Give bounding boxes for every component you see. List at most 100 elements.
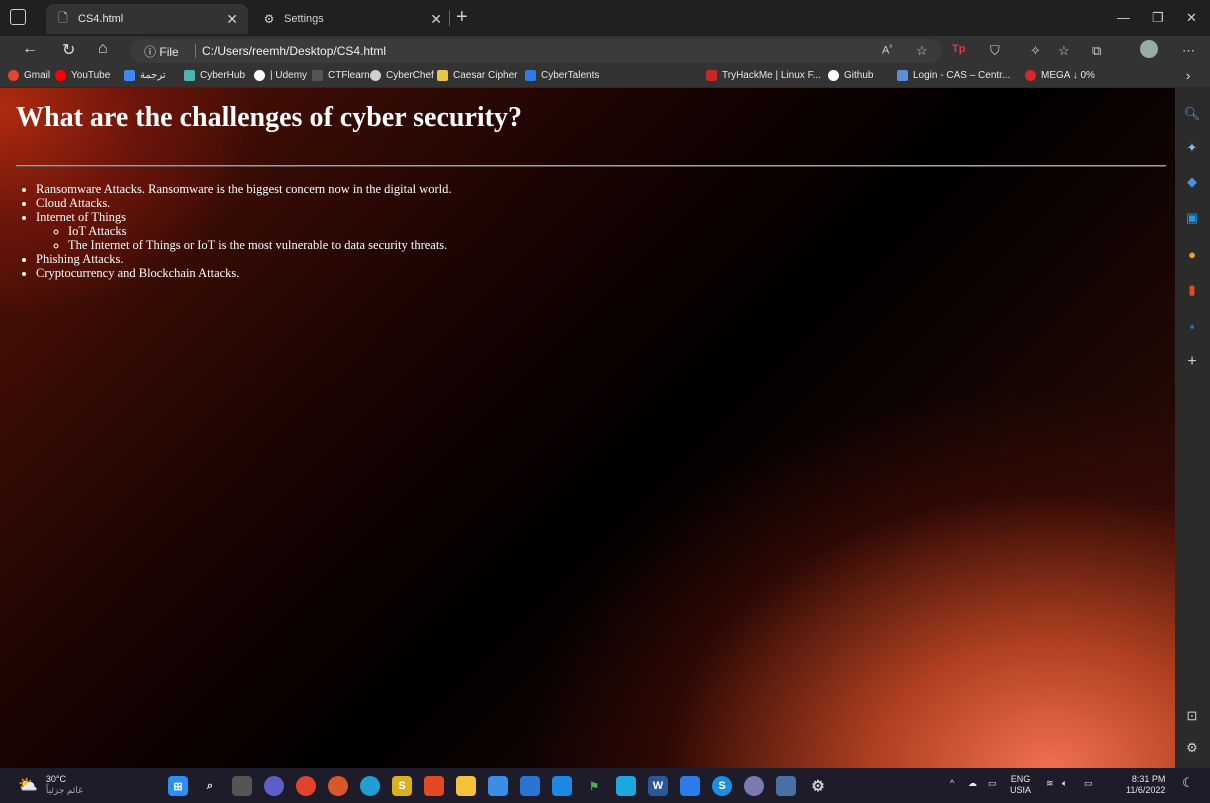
favorite-cybertalents[interactable]: CyberTalents <box>525 70 599 81</box>
favorite-caesar-cipher[interactable]: Caesar Cipher <box>437 70 517 81</box>
favorite-label: ترجمة <box>140 70 166 81</box>
shopping-tag-icon[interactable]: ◆ <box>1184 174 1200 190</box>
refresh-button[interactable]: ↻ <box>62 40 75 60</box>
favorite-github[interactable]: Github <box>828 70 873 81</box>
tab-actions-icon[interactable] <box>10 9 26 25</box>
office-taskbar-icon[interactable] <box>424 776 444 796</box>
notepad-icon[interactable] <box>488 776 508 796</box>
network-tray-icon[interactable]: ▭ <box>988 778 997 789</box>
task-view-icon[interactable] <box>232 776 252 796</box>
new-tab-button[interactable]: + <box>456 6 468 29</box>
app-grid-icon[interactable] <box>776 776 796 796</box>
add-sidebar-app-icon[interactable]: + <box>1184 353 1200 370</box>
extension-tp-icon[interactable]: Tp <box>952 43 965 55</box>
file-explorer-icon[interactable] <box>456 776 476 796</box>
settings-gear-icon[interactable]: ⚙ <box>808 776 828 796</box>
sublime-icon[interactable]: S <box>392 776 412 796</box>
notifications-icon[interactable]: ☾ <box>1182 776 1194 789</box>
wifi-icon[interactable]: ≋ <box>1046 778 1054 789</box>
favorite-cyberchef[interactable]: CyberChef <box>370 70 434 81</box>
collections-icon[interactable]: ⧉ <box>1092 43 1101 59</box>
favorite-label: MEGA ↓ 0% <box>1041 70 1095 81</box>
close-tab-icon[interactable]: ✕ <box>226 11 238 28</box>
app-orange-icon[interactable] <box>328 776 348 796</box>
weather-widget[interactable]: ⛅ 30°C غائم جزئياً <box>18 774 83 796</box>
youtube-icon <box>55 70 66 81</box>
favorite-star-icon[interactable]: ☆ <box>916 43 928 59</box>
hide-sidebar-icon[interactable]: ⊡ <box>1184 708 1200 724</box>
favorite-udemy[interactable]: | Udemy <box>254 70 307 81</box>
tab-title: Settings <box>284 13 324 25</box>
udemy-icon <box>254 70 265 81</box>
vscode-icon[interactable] <box>616 776 636 796</box>
word-icon[interactable]: W <box>648 776 668 796</box>
close-window-button[interactable]: ✕ <box>1186 10 1197 26</box>
more-options-icon[interactable]: ⋯ <box>1182 43 1195 59</box>
onedrive-icon[interactable]: ☁ <box>968 778 977 789</box>
outlook-icon[interactable]: ▪ <box>1184 318 1200 334</box>
app-purple-icon[interactable] <box>744 776 764 796</box>
favorite-gmail[interactable]: Gmail <box>8 70 50 81</box>
store-icon[interactable] <box>520 776 540 796</box>
favorite-cyberhub[interactable]: CyberHub <box>184 70 245 81</box>
temperature: 30°C <box>45 774 67 784</box>
search-icon[interactable]: 🔍︎ <box>1184 106 1201 122</box>
back-button[interactable]: ← <box>22 40 38 58</box>
profile-avatar[interactable] <box>1140 40 1158 58</box>
edge-icon[interactable] <box>360 776 380 796</box>
tab-settings[interactable]: ⚙ Settings ✕ <box>252 4 452 34</box>
favorites-icon[interactable]: ☆ <box>1058 43 1070 59</box>
mail-icon[interactable] <box>552 776 572 796</box>
chrome-icon[interactable] <box>296 776 316 796</box>
favorite-youtube[interactable]: YouTube <box>55 70 110 81</box>
chat-icon[interactable] <box>264 776 284 796</box>
read-aloud-icon[interactable]: Aᵃ <box>882 44 892 57</box>
favorite-label: CyberTalents <box>541 70 600 81</box>
start-button[interactable]: ⊞ <box>168 776 188 796</box>
url-text[interactable]: C:/Users/reemh/Desktop/CS4.html <box>202 44 386 58</box>
restore-button[interactable]: ❐ <box>1152 10 1164 26</box>
address-prefix[interactable]: ⓘ File <box>144 43 179 60</box>
favorite-ctflearn[interactable]: CTFlearn <box>312 70 370 81</box>
shield-icon[interactable]: ⛉ <box>990 43 1000 59</box>
battery-icon[interactable]: ▭ <box>1084 778 1093 789</box>
language-indicator[interactable]: ENG USIA <box>1010 774 1031 796</box>
document-icon: 🗋 <box>58 10 68 25</box>
photos-icon[interactable] <box>680 776 700 796</box>
list-item: Ransomware Attacks. Ransomware is the bi… <box>36 182 452 196</box>
minimize-button[interactable]: — <box>1117 10 1130 25</box>
favorite-login-cas[interactable]: Login - CAS – Centr... <box>897 70 1010 81</box>
list-item: Cryptocurrency and Blockchain Attacks. <box>36 266 452 280</box>
translate-icon <box>124 70 135 81</box>
favorite-label: Gmail <box>24 70 51 81</box>
extensions-icon[interactable]: ✧ <box>1030 43 1041 59</box>
page-title: What are the challenges of cyber securit… <box>16 102 522 133</box>
favorite-tryhackme[interactable]: TryHackMe | Linux F... <box>706 70 821 81</box>
volume-icon[interactable]: 🔈︎ <box>1062 778 1067 789</box>
office-icon[interactable]: ▮ <box>1184 282 1200 298</box>
tray-expand-icon[interactable]: ^ <box>950 778 954 789</box>
nested-list-item: IoT Attacks <box>68 224 452 238</box>
close-tab-icon[interactable]: ✕ <box>430 11 442 28</box>
search-icon[interactable]: ⌕ <box>200 776 220 796</box>
list-item-text: Internet of Things <box>36 210 127 224</box>
favorite-label: YouTube <box>71 70 111 81</box>
skype-icon[interactable]: S <box>712 776 732 796</box>
flag-icon[interactable]: ⚑ <box>584 776 604 796</box>
region-code: USIA <box>1010 785 1032 795</box>
games-icon[interactable]: ● <box>1184 246 1200 262</box>
tools-briefcase-icon[interactable]: ▣ <box>1184 210 1200 226</box>
favorite-translate[interactable]: ترجمة <box>124 70 166 81</box>
cyberhub-icon <box>184 70 195 81</box>
gmail-icon <box>8 70 19 81</box>
tab-cs4[interactable]: 🗋 CS4.html ✕ <box>46 4 248 34</box>
cybertalents-icon <box>525 70 536 81</box>
address-bar[interactable]: ⓘ File C:/Users/reemh/Desktop/CS4.html A… <box>130 39 942 63</box>
home-button[interactable]: ⌂ <box>98 40 108 58</box>
copilot-sparkle-icon[interactable]: ✦ <box>1184 140 1200 156</box>
favorite-mega[interactable]: MEGA ↓ 0% <box>1025 70 1095 81</box>
weather-condition: غائم جزئياً <box>45 785 83 795</box>
clock[interactable]: 8:31 PM 11/6/2022 <box>1126 774 1165 796</box>
favorites-overflow-icon[interactable]: › <box>1186 68 1190 83</box>
sidebar-settings-icon[interactable]: ⚙ <box>1184 740 1200 756</box>
